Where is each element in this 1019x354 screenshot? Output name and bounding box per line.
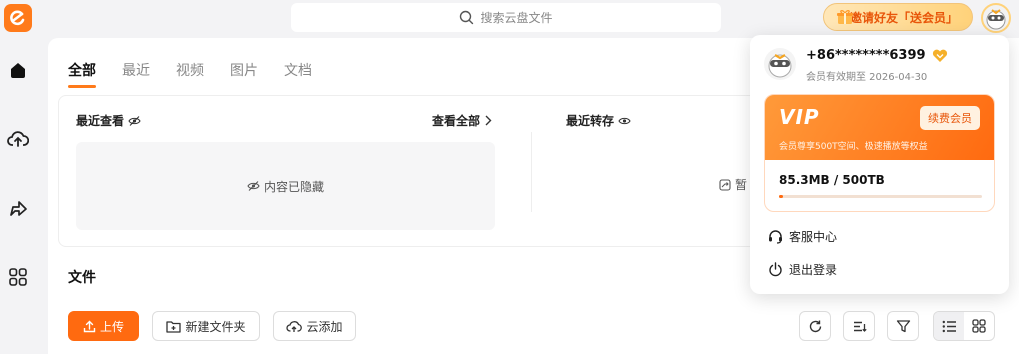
invite-label: 邀请好友「送会员」 <box>849 10 958 25</box>
grid-view-button[interactable] <box>964 312 994 340</box>
grid-view-icon <box>972 319 986 333</box>
files-title: 文件 <box>68 270 96 286</box>
transferred-empty-text: 暂 <box>735 178 748 192</box>
vip-heart-icon <box>932 49 947 62</box>
recently-viewed-title: 最近查看 <box>76 112 141 129</box>
vip-logo: VIP <box>779 105 820 129</box>
sort-button[interactable] <box>843 311 875 341</box>
left-rail <box>0 0 36 354</box>
new-folder-button[interactable]: 新建文件夹 <box>152 311 260 341</box>
recently-viewed-label: 最近查看 <box>76 114 125 128</box>
filter-icon <box>896 319 910 332</box>
cloud-add-button[interactable]: 云添加 <box>273 311 356 341</box>
account-popup: +86********6399 会员有效期至 2026-04-30 VIP 续费… <box>750 35 1009 294</box>
tab-all[interactable]: 全部 <box>68 60 96 88</box>
headset-icon <box>769 230 782 244</box>
eye-hidden-icon[interactable] <box>128 115 141 127</box>
storage-progress-bar <box>779 195 982 198</box>
search-input[interactable]: 搜索云盘文件 <box>291 3 721 32</box>
cloud-add-label: 云添加 <box>306 319 343 334</box>
category-tabs: 全部 最近 视频 图片 文档 <box>68 60 338 88</box>
eye-hidden-icon <box>247 181 260 191</box>
gift-icon <box>837 10 853 24</box>
popup-avatar <box>764 48 796 80</box>
recently-transferred-label: 最近转存 <box>566 114 615 128</box>
vip-card: VIP 续费会员 会员尊享500T空间、极速播放等权益 85.3MB / 500… <box>764 94 995 212</box>
avatar[interactable] <box>981 3 1011 33</box>
filter-button[interactable] <box>887 311 919 341</box>
home-icon[interactable] <box>6 58 30 82</box>
tab-recent[interactable]: 最近 <box>122 60 150 84</box>
transferred-empty: 暂 <box>719 176 747 193</box>
phone-number: +86********6399 <box>806 48 926 63</box>
customer-service-label: 客服中心 <box>789 230 838 244</box>
chevron-right-icon <box>485 115 492 126</box>
recently-viewed-placeholder: 内容已隐藏 <box>76 142 495 230</box>
view-all-link[interactable]: 查看全部 <box>432 112 492 129</box>
sort-icon <box>853 321 867 332</box>
content-hidden-text: 内容已隐藏 <box>263 179 324 194</box>
transfer-icon <box>719 178 731 191</box>
section-divider <box>531 132 532 212</box>
app-logo-icon[interactable] <box>4 4 32 32</box>
logout-item[interactable]: 退出登录 <box>768 261 837 278</box>
membership-expiry: 会员有效期至 2026-04-30 <box>806 72 928 83</box>
list-view-button[interactable] <box>934 312 964 340</box>
power-icon <box>769 262 782 277</box>
refresh-button[interactable] <box>799 311 831 341</box>
vip-benefits-text: 会员尊享500T空间、极速播放等权益 <box>779 142 928 152</box>
new-folder-icon <box>166 320 182 333</box>
view-all-label: 查看全部 <box>432 114 481 128</box>
apps-grid-icon[interactable] <box>6 265 30 289</box>
share-icon[interactable] <box>6 196 30 220</box>
search-icon <box>460 10 474 25</box>
storage-usage-text: 85.3MB / 500TB <box>779 173 885 187</box>
tab-documents[interactable]: 文档 <box>284 60 312 84</box>
logout-label: 退出登录 <box>789 263 838 277</box>
account-phone: +86********6399 <box>806 48 948 63</box>
tab-images[interactable]: 图片 <box>230 60 258 84</box>
recently-transferred-title: 最近转存 <box>566 112 631 129</box>
upload-button[interactable]: 上传 <box>68 311 139 341</box>
upload-cloud-icon[interactable] <box>6 127 30 151</box>
eye-icon[interactable] <box>618 115 631 127</box>
storage-progress-fill <box>779 195 784 198</box>
search-placeholder: 搜索云盘文件 <box>480 11 553 25</box>
renew-membership-button[interactable]: 续费会员 <box>920 106 980 130</box>
view-toggle <box>933 311 995 341</box>
list-view-icon <box>942 320 956 332</box>
invite-friends-button[interactable]: 邀请好友「送会员」 <box>823 3 973 31</box>
upload-label: 上传 <box>99 319 124 334</box>
vip-banner: VIP 续费会员 会员尊享500T空间、极速播放等权益 <box>765 95 994 160</box>
recent-section: 最近查看 查看全部 内容已隐藏 最近转存 暂 <box>58 95 758 247</box>
upload-icon <box>83 320 96 332</box>
cloud-add-icon <box>286 320 303 332</box>
customer-service-item[interactable]: 客服中心 <box>768 228 837 245</box>
refresh-icon <box>809 320 821 332</box>
tab-video[interactable]: 视频 <box>176 60 204 84</box>
new-folder-label: 新建文件夹 <box>185 319 246 334</box>
